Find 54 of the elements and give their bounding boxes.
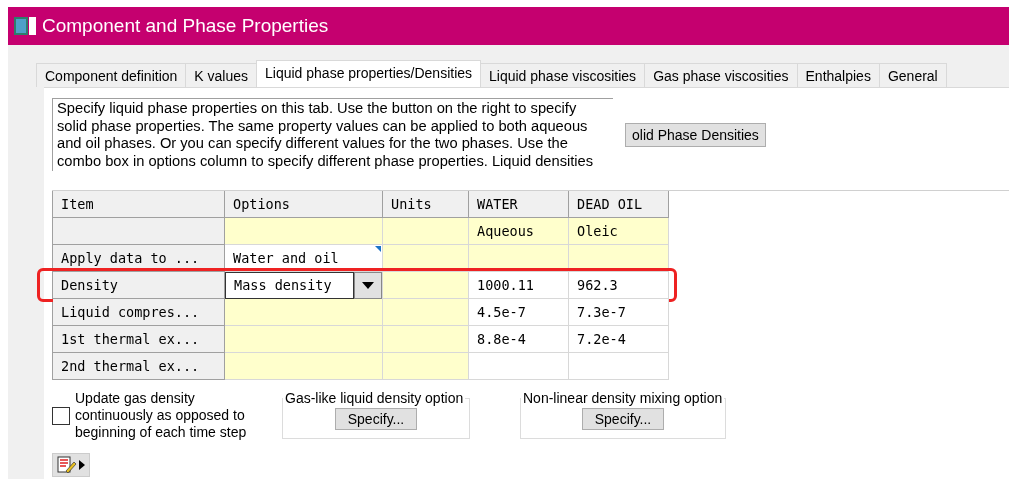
table-cell[interactable] xyxy=(469,353,569,380)
corner-marker-icon xyxy=(375,246,381,252)
table-cell[interactable]: 7.3e-7 xyxy=(569,299,669,326)
tab[interactable]: Component definition xyxy=(36,63,187,87)
table-cell[interactable] xyxy=(225,353,383,380)
solid-phase-densities-button[interactable]: olid Phase Densities xyxy=(625,123,766,147)
table-cell[interactable]: Aqueous xyxy=(469,218,569,245)
table-cell[interactable] xyxy=(569,245,669,272)
tab[interactable]: Liquid phase properties/Densities xyxy=(256,60,482,87)
column-header: Options xyxy=(225,191,383,218)
table-cell[interactable]: 1000.11 xyxy=(469,272,569,299)
column-header: Units xyxy=(383,191,469,218)
table-cell[interactable]: 962.3 xyxy=(569,272,669,299)
specify-button[interactable]: Specify... xyxy=(581,408,665,430)
table-cell[interactable] xyxy=(383,299,469,326)
row-header: 1st thermal ex... xyxy=(53,326,225,353)
tab[interactable]: Gas phase viscosities xyxy=(644,63,798,87)
description-text: Specify liquid phase properties on this tab. Use the button on the right to specify solid phase properties. The same property values can be applied to both aqueous and oil phases. Or you can specify different values for the two phases. Use the combo box in options column to specify different phase properties. Liquid densities xyxy=(52,98,613,171)
table-cell[interactable]: 4.5e-7 xyxy=(469,299,569,326)
column-header: WATER xyxy=(469,191,569,218)
document-pencil-icon xyxy=(57,456,77,474)
table-cell[interactable] xyxy=(383,353,469,380)
window-title: Component and Phase Properties xyxy=(42,15,329,37)
table-cell[interactable] xyxy=(383,272,469,299)
table-cell[interactable]: 8.8e-4 xyxy=(469,326,569,353)
density-type-dropdown[interactable]: Mass density xyxy=(225,272,383,299)
group-title: Non-linear density mixing option xyxy=(522,390,724,406)
table-cell[interactable] xyxy=(469,245,569,272)
checkbox-label: Update gas density continuously as opposed to beginning of each time step xyxy=(75,390,248,441)
arrow-right-icon xyxy=(79,460,85,470)
tab[interactable]: General xyxy=(878,63,947,87)
column-header: Item xyxy=(53,191,225,218)
row-header: Liquid compres... xyxy=(53,299,225,326)
table-cell[interactable] xyxy=(383,218,469,245)
table-cell[interactable] xyxy=(225,326,383,353)
caret-icon xyxy=(362,282,374,289)
row-header: 2nd thermal ex... xyxy=(53,353,225,380)
tab[interactable]: Liquid phase viscosities xyxy=(480,63,646,87)
column-header: DEAD OIL xyxy=(569,191,669,218)
table-cell[interactable] xyxy=(383,245,469,272)
tab[interactable]: Enthalpies xyxy=(796,63,880,87)
table-cell[interactable] xyxy=(225,299,383,326)
row-header: Apply data to ... xyxy=(53,245,225,272)
table-cell[interactable]: Oleic xyxy=(569,218,669,245)
table-cell[interactable]: 7.2e-4 xyxy=(569,326,669,353)
group-title: Gas-like liquid density option xyxy=(284,390,465,406)
notes-menu-button[interactable] xyxy=(52,453,90,477)
table-cell[interactable] xyxy=(383,326,469,353)
table-cell[interactable] xyxy=(569,353,669,380)
specify-button[interactable]: Specify... xyxy=(334,408,418,430)
checkbox[interactable] xyxy=(52,406,70,425)
app-icon xyxy=(14,17,36,35)
table-cell[interactable]: Water and oil xyxy=(225,245,383,272)
table-cell[interactable] xyxy=(225,218,383,245)
